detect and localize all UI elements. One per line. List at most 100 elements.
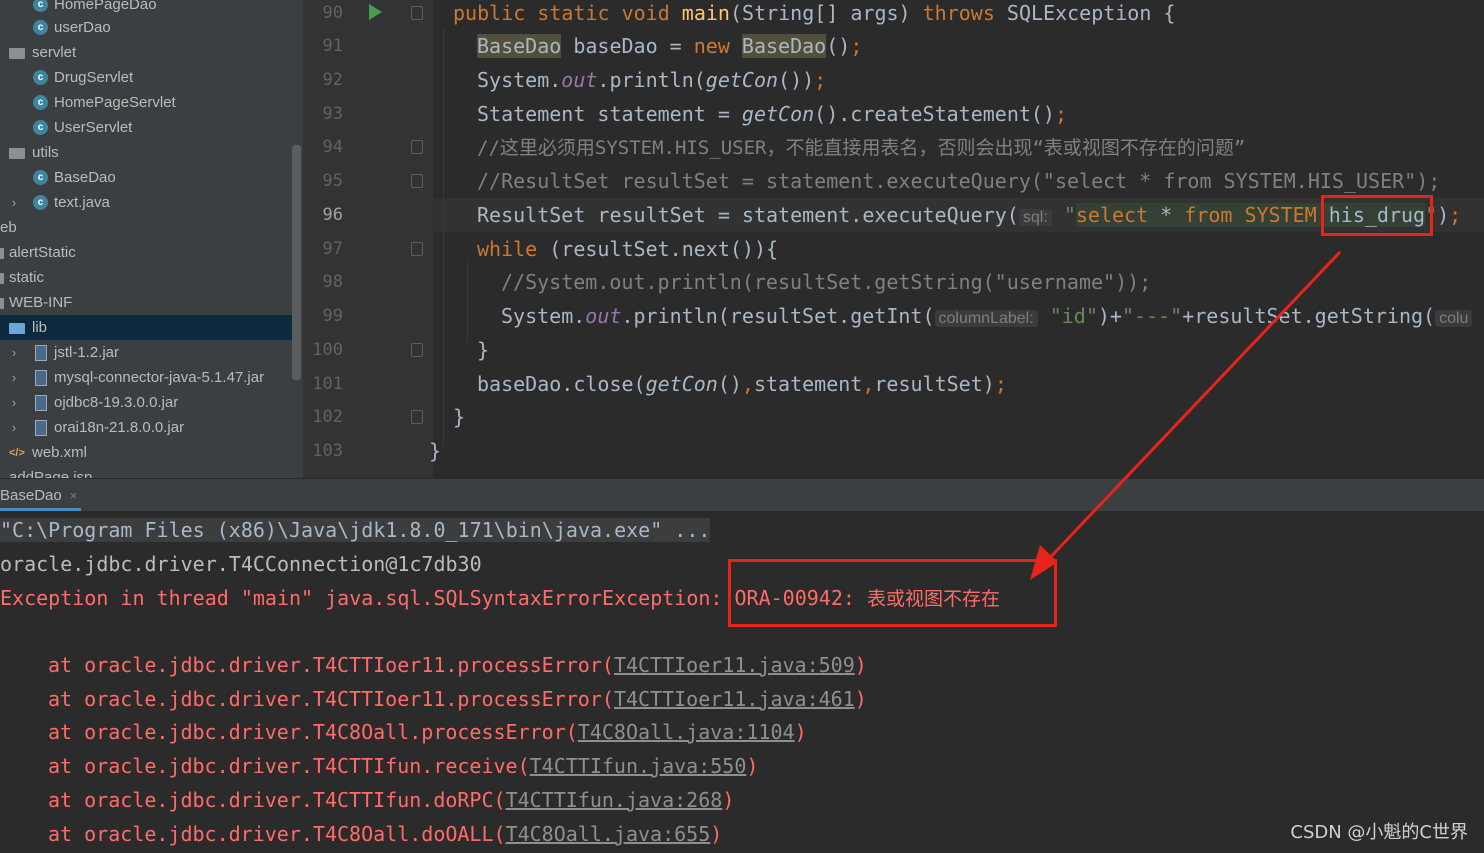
tab-run-basedao[interactable]: BaseDao × [0, 485, 82, 511]
stack-frame: at oracle.jdbc.driver.T4CTTIoer11.proces… [48, 648, 867, 682]
tree-item-label: static [9, 269, 45, 286]
token: ResultSet resultSet = statement.executeQ… [477, 203, 1019, 227]
jar-icon [35, 345, 47, 361]
close-icon[interactable]: × [70, 488, 78, 503]
tree-item-drugservlet[interactable]: DrugServlet [0, 65, 293, 90]
stack-frame: at oracle.jdbc.driver.T4C8Oall.doOALL(T4… [48, 817, 722, 851]
token: baseDao.close( [477, 372, 646, 396]
tree-item-lib[interactable]: lib [0, 315, 293, 340]
tree-item-userservlet[interactable]: UserServlet [0, 115, 293, 140]
chevron-right-icon[interactable]: › [7, 190, 21, 215]
line-number: 102 [312, 407, 343, 427]
tree-item-static[interactable]: static [0, 265, 293, 290]
tree-item-web-inf[interactable]: WEB-INF [0, 290, 293, 315]
parameter-hint: columnLabel: [934, 310, 1038, 327]
comment: //这里必须用SYSTEM.HIS_USER，不能直接用表名，否则会出现“表或视… [477, 137, 1246, 159]
tree-item-label: userDao [54, 19, 111, 36]
tree-item-orai18n-jar[interactable]: › orai18n-21.8.0.0.jar [0, 415, 293, 440]
token: statement [753, 372, 863, 396]
comment: //System.out.println(resultSet.getString… [501, 270, 1152, 294]
code-line-101[interactable]: baseDao.close(getCon(),statement,resultS… [477, 371, 1007, 405]
tree-item-addpage-jsp[interactable]: addPage.jsp [0, 465, 293, 478]
source-link[interactable]: T4CTTIfun.java:268 [506, 788, 723, 812]
frame-text: at oracle.jdbc.driver.T4C8Oall.processEr… [48, 720, 578, 744]
jar-icon [35, 395, 47, 411]
chevron-right-icon[interactable]: › [7, 415, 21, 440]
code-line-97[interactable]: while (resultSet.next()){ [477, 236, 778, 270]
frame-text: at oracle.jdbc.driver.T4CTTIoer11.proces… [48, 653, 614, 677]
jar-icon [35, 420, 47, 436]
tree-item-label: DrugServlet [54, 69, 134, 86]
code-line-103[interactable]: } [429, 438, 441, 472]
xml-file-icon: </> [9, 447, 25, 459]
frame-text: at oracle.jdbc.driver.T4C8Oall.doOALL( [48, 822, 506, 846]
token: ) [1437, 203, 1450, 227]
stack-frame: at oracle.jdbc.driver.T4CTTIoer11.proces… [48, 682, 867, 716]
tree-item-servlet[interactable]: servlet [0, 40, 293, 65]
folder-icon [9, 148, 25, 159]
sidebar-scrollbar[interactable] [292, 145, 301, 380]
code-line-102[interactable]: } [453, 404, 465, 438]
tree-item-basedao[interactable]: BaseDao [0, 165, 293, 190]
fold-marker-icon[interactable] [411, 343, 423, 357]
code-line-95[interactable]: //ResultSet resultSet = statement.execut… [477, 168, 1440, 202]
code-line-98[interactable]: //System.out.println(resultSet.getString… [501, 269, 1151, 303]
code-line-90[interactable]: public static void main(String[] args) t… [453, 0, 1175, 34]
fold-marker-icon[interactable] [411, 174, 423, 188]
token: () [717, 372, 742, 396]
tree-item-text-java[interactable]: › text.java [0, 190, 293, 215]
fold-marker-icon[interactable] [411, 140, 423, 154]
exception-prefix: Exception in thread "main" java.sql.SQLS… [0, 586, 735, 610]
tree-item-alertstatic[interactable]: alertStatic [0, 240, 293, 265]
tree-item-mysql-jar[interactable]: › mysql-connector-java-5.1.47.jar [0, 365, 293, 390]
frame-text: ) [746, 754, 759, 778]
chevron-right-icon[interactable]: › [7, 365, 21, 390]
token: "---" [1121, 304, 1183, 328]
code-line-100[interactable]: } [477, 337, 489, 371]
line-number: 98 [322, 272, 343, 292]
code-line-93[interactable]: Statement statement = getCon().createSta… [477, 101, 1067, 135]
command-text: "C:\Program Files (x86)\Java\jdk1.8.0_17… [0, 518, 711, 542]
token: BaseDao [741, 34, 827, 58]
code-line-91[interactable]: BaseDao baseDao = new BaseDao(); [477, 33, 862, 67]
source-link[interactable]: T4CTTIfun.java:550 [530, 754, 747, 778]
token: getCon [645, 372, 718, 396]
run-main-icon[interactable] [369, 4, 382, 20]
code-line-96[interactable]: ResultSet resultSet = statement.executeQ… [477, 202, 1461, 236]
line-number: 103 [312, 441, 343, 461]
source-link[interactable]: T4C8Oall.java:655 [506, 822, 711, 846]
token: () [826, 34, 851, 58]
chevron-right-icon[interactable]: › [7, 390, 21, 415]
tree-item-eb[interactable]: eb [0, 215, 293, 240]
code-line-92[interactable]: System.out.println(getCon()); [477, 67, 826, 101]
tree-item-userdao[interactable]: userDao [0, 15, 293, 40]
token: ; [994, 372, 1007, 396]
tree-item-label: servlet [32, 44, 77, 61]
token: while [477, 237, 538, 261]
code-line-99[interactable]: System.out.println(resultSet.getInt(colu… [501, 303, 1473, 337]
tree-item-label: WEB-INF [9, 294, 73, 311]
tree-item-utils[interactable]: utils [0, 140, 293, 165]
token: out [561, 68, 598, 92]
tree-item-ojdbc-jar[interactable]: › ojdbc8-19.3.0.0.jar [0, 390, 293, 415]
token: } [429, 439, 442, 463]
token: ().createStatement() [814, 102, 1055, 126]
source-link[interactable]: T4CTTIoer11.java:509 [614, 653, 855, 677]
token: getCon [741, 102, 815, 126]
console-output-line: oracle.jdbc.driver.T4CConnection@1c7db30 [0, 552, 482, 576]
stack-frame: at oracle.jdbc.driver.T4CTTIfun.doRPC(T4… [48, 783, 734, 817]
source-link[interactable]: T4C8Oall.java:1104 [578, 720, 795, 744]
fold-marker-icon[interactable] [411, 410, 423, 424]
code-line-94[interactable]: //这里必须用SYSTEM.HIS_USER，不能直接用表名，否则会出现“表或视… [477, 134, 1245, 168]
fold-marker-icon[interactable] [411, 6, 423, 20]
source-link[interactable]: T4CTTIoer11.java:461 [614, 687, 855, 711]
token: getCon [705, 68, 779, 92]
tree-item-web-xml[interactable]: </> web.xml [0, 440, 293, 465]
fold-marker-icon[interactable] [411, 242, 423, 256]
token: main [681, 1, 730, 25]
tree-item-jstl-jar[interactable]: › jstl-1.2.jar [0, 340, 293, 365]
folder-icon [0, 273, 4, 284]
tree-item-homepageservlet[interactable]: HomePageServlet [0, 90, 293, 115]
tree-item-label: eb [0, 219, 17, 236]
chevron-right-icon[interactable]: › [7, 340, 21, 365]
